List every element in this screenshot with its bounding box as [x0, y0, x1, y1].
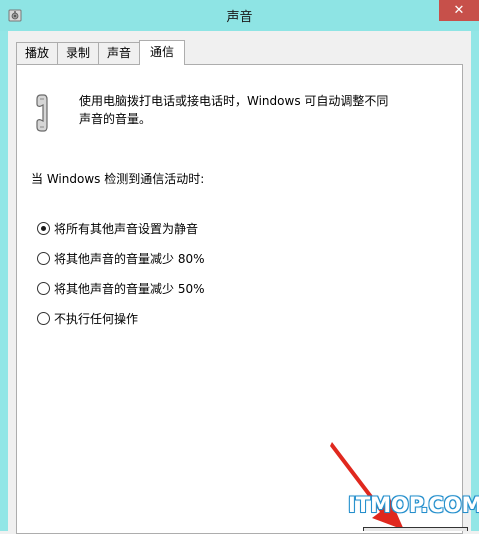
options-radio-group: 将所有其他声音设置为静音 将其他声音的音量减少 80% 将其他声音的音量减少 5… [37, 219, 205, 339]
option-do-nothing[interactable]: 不执行任何操作 [37, 309, 205, 327]
option-label: 不执行任何操作 [54, 311, 139, 326]
radio-mute-all[interactable] [37, 221, 50, 235]
window-title: 声音 [226, 10, 253, 25]
close-icon: ✕ [453, 3, 465, 18]
phone-handset-icon [36, 94, 48, 132]
option-label: 将其他声音的音量减少 80% [54, 251, 205, 266]
close-button[interactable]: ✕ [439, 0, 479, 21]
tab-sounds[interactable]: 声音 [98, 42, 141, 64]
option-reduce-80[interactable]: 将其他声音的音量减少 80% [37, 249, 205, 267]
tab-recording[interactable]: 录制 [57, 42, 100, 64]
bottom-button-edge[interactable] [363, 527, 468, 531]
tab-playback[interactable]: 播放 [16, 42, 59, 64]
radio-reduce-50[interactable] [37, 281, 50, 295]
option-mute-all[interactable]: 将所有其他声音设置为静音 [37, 219, 205, 237]
radio-do-nothing[interactable] [37, 311, 50, 325]
description-text: 使用电脑拨打电话或接电话时，Windows 可自动调整不同 声音的音量。 [79, 92, 429, 128]
option-label: 将其他声音的音量减少 50% [54, 281, 205, 296]
tab-communications[interactable]: 通信 [139, 40, 186, 65]
description-line-1: 使用电脑拨打电话或接电话时，Windows 可自动调整不同 [79, 94, 389, 108]
watermark-logo: ITMOP.COM [348, 493, 479, 517]
option-label: 将所有其他声音设置为静音 [54, 221, 199, 236]
red-arrow-annotation [330, 442, 404, 530]
tab-strip: 播放 录制 声音 通信 [16, 40, 186, 65]
description-line-2: 声音的音量。 [79, 112, 152, 126]
title-bar[interactable]: 声音 ✕ [0, 0, 479, 31]
sound-dialog: 声音 ✕ 播放 录制 声音 通信 使用电脑拨打电话或接电话时，Windows 可… [0, 0, 479, 534]
radio-reduce-80[interactable] [37, 251, 50, 265]
option-reduce-50[interactable]: 将其他声音的音量减少 50% [37, 279, 205, 297]
options-heading: 当 Windows 检测到通信活动时: [31, 172, 205, 186]
